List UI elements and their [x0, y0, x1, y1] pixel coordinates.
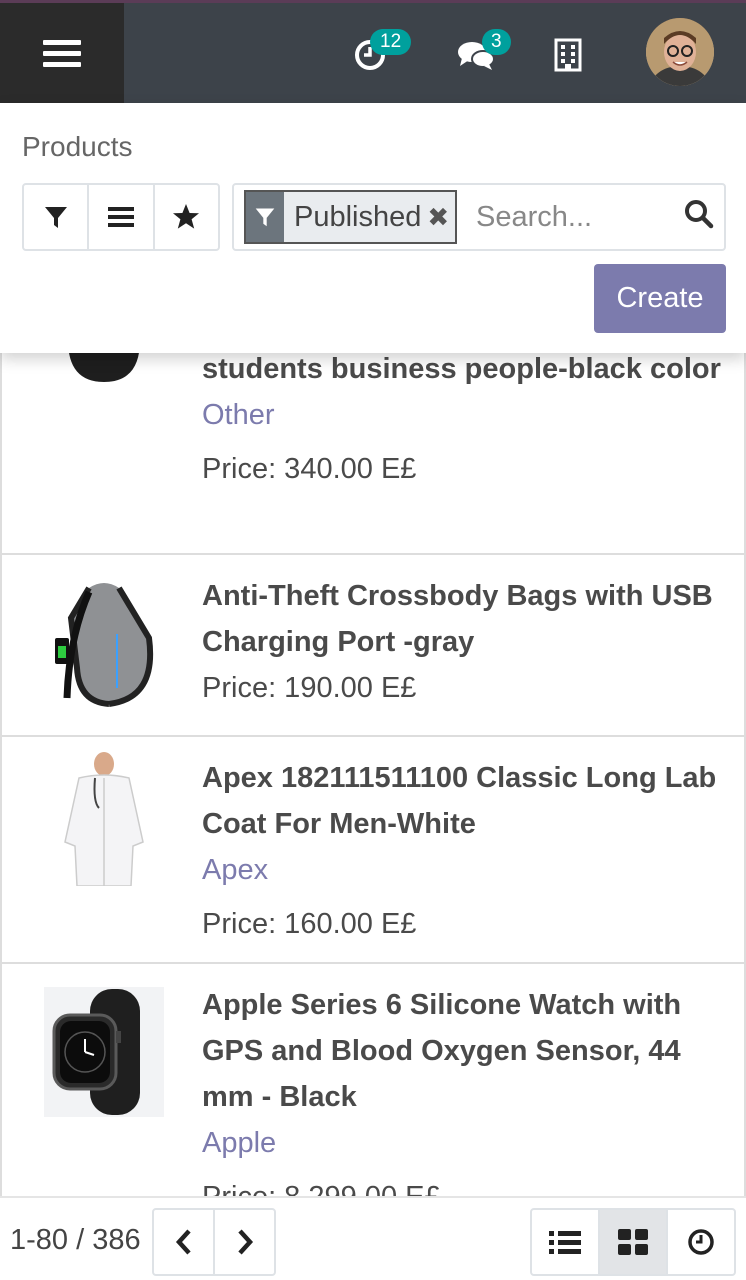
top-navbar: 12 3	[0, 0, 746, 103]
activity-count-badge: 12	[370, 29, 412, 55]
product-price: Price: 340.00 E£	[202, 453, 417, 485]
star-icon	[173, 204, 200, 229]
product-image	[42, 575, 166, 710]
product-image	[42, 751, 166, 886]
menu-toggle-button[interactable]	[0, 3, 124, 103]
grid-icon	[618, 1229, 648, 1255]
list-view-button[interactable]	[532, 1210, 600, 1274]
pager-value[interactable]: 1-80 / 386	[10, 1224, 141, 1257]
avatar-image	[646, 18, 714, 86]
product-card[interactable]: Apex 182111511100 Classic Long Lab Coat …	[0, 737, 746, 964]
breadcrumb[interactable]: Products	[22, 131, 133, 163]
activity-view-button[interactable]	[668, 1210, 734, 1274]
filter-button[interactable]	[24, 185, 90, 249]
search-options-group	[22, 183, 220, 251]
filter-icon	[44, 207, 67, 228]
pager-bar: 1-80 / 386	[0, 1196, 746, 1280]
list-icon	[549, 1231, 581, 1254]
view-switcher	[530, 1208, 736, 1276]
facet-filter-icon	[246, 192, 284, 242]
bars-icon	[107, 207, 134, 227]
pager-next-button[interactable]	[215, 1210, 274, 1274]
hamburger-icon	[43, 34, 81, 73]
user-avatar[interactable]	[646, 18, 714, 86]
pager-buttons	[152, 1208, 276, 1276]
chevron-right-icon	[237, 1229, 253, 1255]
create-button[interactable]: Create	[594, 264, 726, 333]
product-brand: Apex	[202, 854, 269, 886]
favorites-button[interactable]	[155, 185, 218, 249]
product-brand: Apple	[202, 1127, 277, 1159]
kanban-view-button[interactable]	[600, 1210, 668, 1274]
product-card[interactable]: Anti-Theft Crossbody Bags with USB Charg…	[0, 555, 746, 737]
search-bar: Published ✖	[232, 183, 726, 251]
group-by-button[interactable]	[89, 185, 155, 249]
chevron-left-icon	[175, 1229, 191, 1255]
pager-previous-button[interactable]	[154, 1210, 215, 1274]
search-input[interactable]	[476, 201, 676, 234]
product-image	[42, 984, 166, 1119]
building-icon	[554, 38, 582, 72]
search-icon[interactable]	[684, 199, 714, 234]
facet-remove-icon[interactable]: ✖	[427, 192, 455, 242]
message-count-badge: 3	[482, 29, 511, 55]
clock-icon	[688, 1229, 714, 1255]
product-price: Price: 190.00 E£	[202, 672, 417, 704]
messages-menu-button[interactable]: 3	[446, 25, 511, 85]
product-brand: Other	[202, 399, 275, 431]
product-name: Apex 182111511100 Classic Long Lab Coat …	[202, 762, 717, 840]
product-name: Anti-Theft Crossbody Bags with USB Charg…	[202, 580, 713, 658]
company-switcher-button[interactable]	[538, 25, 598, 85]
control-panel: Products Published ✖ Search... Create	[0, 103, 746, 353]
product-price: Price: 160.00 E£	[202, 908, 417, 940]
activity-menu-button[interactable]: 12	[340, 25, 412, 85]
product-name: Apple Series 6 Silicone Watch with GPS a…	[202, 989, 682, 1113]
search-facet: Published ✖	[244, 190, 458, 244]
facet-label: Published	[294, 200, 422, 233]
